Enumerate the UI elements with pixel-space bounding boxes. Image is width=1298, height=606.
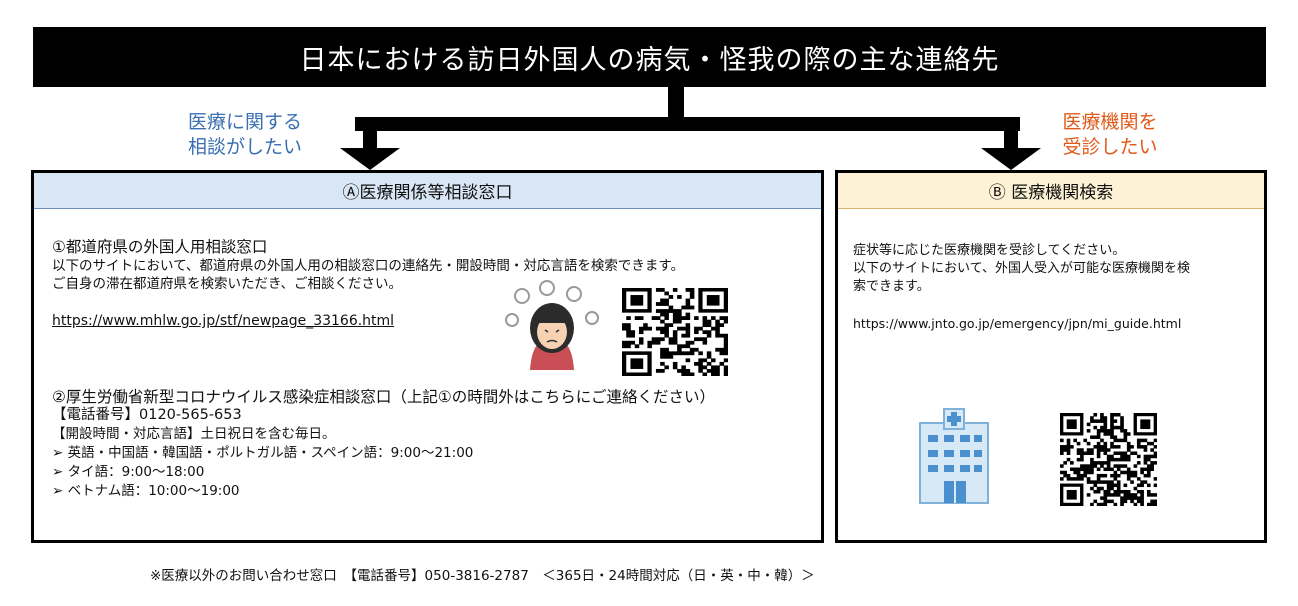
consult-label-line1: 医療に関する [187, 111, 302, 133]
visit-label-line2: 受診したい [1062, 136, 1158, 158]
right-arrow-stem [1004, 130, 1018, 150]
hospital-description-3: 索できます。 [853, 279, 930, 294]
footer-note: ※医療以外のお問い合わせ窓口 【電話番号】050-3816-2787 ＜365日… [150, 568, 815, 584]
worried-person-illustration [502, 278, 602, 373]
covid-hours: 【開設時間・対応言語】土日祝日を含む毎日。 [52, 426, 336, 442]
covid-lang-2: ➢ タイ語：9:00～18:00 [52, 464, 205, 480]
connector-stem [668, 86, 684, 118]
covid-phone: 【電話番号】0120-565-653 [52, 407, 242, 423]
prefecture-section-title: ①都道府県の外国人用相談窓口 [52, 238, 268, 256]
visit-label-line1: 医療機関を [1062, 111, 1158, 133]
hospital-building-icon [918, 407, 990, 505]
hospital-description-2: 以下のサイトにおいて、外国人受入が可能な医療機関を検 [853, 261, 1190, 276]
prefecture-description-1: 以下のサイトにおいて、都道府県の外国人用の相談窓口の連絡先・開設時間・対応言語を… [52, 258, 685, 274]
prefecture-description-2: ご自身の滞在都道府県を検索いただき、ご相談ください。 [52, 276, 403, 292]
connector-bar [355, 117, 1020, 131]
jnto-link[interactable]: https://www.jnto.go.jp/emergency/jpn/mi_… [853, 315, 1181, 332]
right-arrow-head [981, 148, 1041, 170]
left-arrow-head [340, 148, 400, 170]
hospital-search-heading: Ⓑ 医療機関検索 [838, 173, 1264, 209]
covid-lang-1: ➢ 英語・中国語・韓国語・ポルトガル語・スペイン語：9:00～21:00 [52, 445, 474, 461]
mhlw-qr-code[interactable] [622, 288, 728, 376]
covid-lang-3: ➢ ベトナム語：10:00～19:00 [52, 483, 240, 499]
jnto-qr-code[interactable] [1060, 413, 1157, 506]
hospital-description-1: 症状等に応じた医療機関を受診してください。 [853, 243, 1126, 258]
mhlw-link[interactable]: https://www.mhlw.go.jp/stf/newpage_33166… [52, 313, 394, 330]
left-arrow-stem [363, 130, 377, 150]
consult-branch-label: 医療に関する 相談がしたい [175, 110, 315, 160]
covid-section-title: ②厚生労働省新型コロナウイルス感染症相談窓口（上記①の時間外はこちらにご連絡くだ… [52, 388, 715, 406]
consult-label-line2: 相談がしたい [187, 136, 302, 158]
consultation-panel-heading: Ⓐ医療関係等相談窓口 [34, 173, 821, 209]
hospital-search-panel: Ⓑ 医療機関検索 症状等に応じた医療機関を受診してください。 以下のサイトにおい… [835, 170, 1267, 543]
consultation-panel: Ⓐ医療関係等相談窓口 ①都道府県の外国人用相談窓口 以下のサイトにおいて、都道府… [31, 170, 824, 543]
main-title: 日本における訪日外国人の病気・怪我の際の主な連絡先 [33, 27, 1266, 87]
visit-branch-label: 医療機関を 受診したい [1045, 110, 1175, 160]
